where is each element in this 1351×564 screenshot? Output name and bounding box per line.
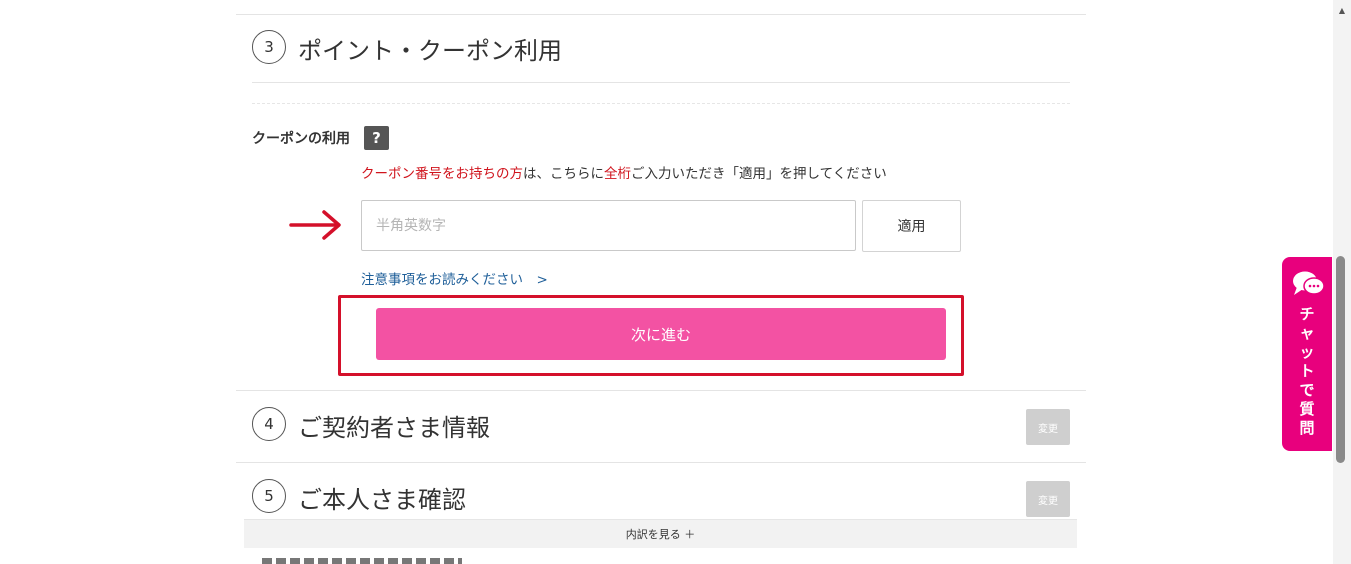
coupon-label: クーポンの利用 <box>252 131 350 147</box>
coupon-code-input[interactable] <box>361 200 856 251</box>
step-3-divider <box>252 82 1070 83</box>
step-4-top-divider <box>236 390 1086 391</box>
step-5-number: 5 <box>252 479 286 513</box>
coupon-notice-text-1: は、こちらに <box>523 166 604 182</box>
step-4-title: ご契約者さま情報 <box>298 414 490 442</box>
dashed-divider <box>252 103 1070 104</box>
breakdown-toggle[interactable]: 内訳を見る ＋ <box>244 519 1077 548</box>
next-button[interactable]: 次に進む <box>376 308 946 360</box>
coupon-notice-red-2: 全桁 <box>604 166 631 182</box>
step-5-change-button[interactable]: 変更 <box>1026 481 1070 517</box>
coupon-notice-red-1: クーポン番号をお持ちの方 <box>361 166 523 182</box>
help-icon[interactable]: ? <box>364 126 389 150</box>
chat-bubble-icon <box>1293 271 1325 295</box>
step-5-title: ご本人さま確認 <box>298 486 466 514</box>
step-4-change-button[interactable]: 変更 <box>1026 409 1070 445</box>
apply-button[interactable]: 適用 <box>862 200 961 252</box>
notes-link[interactable]: 注意事項をお読みください > <box>361 268 548 288</box>
coupon-notice: クーポン番号をお持ちの方は、こちらに全桁ご入力いただき「適用」を押してください <box>361 162 887 182</box>
step-5-top-divider <box>236 462 1086 463</box>
chat-label: チ ャ ッ ト で 質 問 <box>1299 305 1315 437</box>
step-4-number: 4 <box>252 407 286 441</box>
scrollbar-thumb[interactable] <box>1336 256 1345 463</box>
coupon-notice-text-2: ご入力いただき「適用」を押してください <box>631 166 887 182</box>
section-top-divider <box>236 14 1086 15</box>
cutoff-row <box>262 558 472 564</box>
annotation-arrow-icon <box>289 210 341 240</box>
step-3-number: 3 <box>252 30 286 64</box>
step-3-title: ポイント・クーポン利用 <box>298 37 562 65</box>
scroll-up-icon[interactable]: ▲ <box>1333 2 1351 18</box>
chat-question-tab[interactable]: チ ャ ッ ト で 質 問 <box>1282 257 1332 451</box>
